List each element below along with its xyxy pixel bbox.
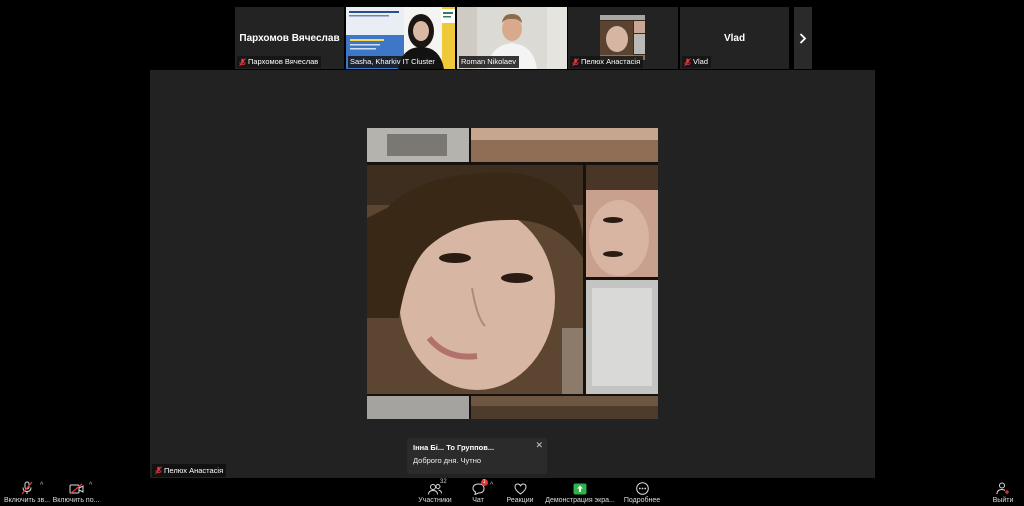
chat-notification-toast[interactable]: Інна Бі... То Группов... Доброго дня. Чу… — [407, 438, 547, 474]
main-speaker-name: Пелюх Анастасія — [164, 466, 224, 475]
reactions-label: Реакции — [506, 497, 534, 504]
participant-tile-sasha[interactable]: Sasha, Kharkiv IT Cluster — [346, 7, 455, 69]
participant-tag-label: Пархомов Вячеслав — [248, 57, 319, 66]
more-button[interactable]: Подробнее — [622, 478, 662, 506]
leave-icon — [996, 482, 1009, 495]
meeting-toolbar: Включить зв... ^ Включить по... ^ Участн… — [0, 478, 1024, 506]
mic-muted-icon — [239, 57, 246, 66]
participants-count: 32 — [440, 479, 447, 485]
gallery-next-button[interactable] — [794, 7, 812, 69]
participant-name-tag: Пархомов Вячеслав — [237, 56, 322, 68]
more-icon — [635, 482, 649, 495]
mic-muted-icon — [684, 57, 691, 66]
participant-tile-pelyukh[interactable]: Пелюх Анастасія — [568, 7, 678, 69]
main-speaker-tag: Пелюх Анастасія — [152, 464, 227, 477]
participant-tile-roman[interactable]: Roman Nikolaev — [457, 7, 567, 69]
participant-tile-vlad[interactable]: Vlad Vlad — [680, 7, 789, 69]
chat-options-caret[interactable]: ^ — [490, 482, 493, 489]
participant-name-tag: Roman Nikolaev — [459, 56, 520, 68]
leave-button[interactable]: Выйти — [990, 478, 1016, 506]
mic-muted-icon — [21, 481, 33, 495]
mic-muted-icon — [572, 57, 579, 66]
chat-notification-text: Доброго дня. Чутно — [413, 456, 482, 465]
start-video-label: Включить по... — [52, 497, 100, 504]
gallery-strip: Пархомов Вячеслав Пархомов Вячеслав Sash… — [235, 7, 810, 69]
main-video-stage: Пелюх Анастасія — [150, 70, 875, 478]
leave-label: Выйти — [992, 497, 1014, 504]
mic-muted-icon — [155, 466, 162, 475]
share-screen-label: Демонстрация экра... — [545, 497, 615, 504]
participant-tag-label: Roman Nikolaev — [461, 57, 517, 66]
chat-notification-title: Інна Бі... То Группов... — [413, 443, 495, 452]
share-screen-button[interactable]: Демонстрация экра... — [545, 478, 615, 506]
close-icon[interactable]: ✕ — [535, 440, 543, 451]
participant-name: Пархомов Вячеслав — [239, 33, 340, 44]
participant-tag-label: Пелюх Анастасія — [581, 57, 641, 66]
video-off-icon — [69, 483, 83, 495]
participant-name-tag: Vlad — [682, 56, 712, 68]
participant-tag-label: Sasha, Kharkiv IT Cluster — [350, 57, 435, 66]
main-video-feed — [367, 128, 658, 419]
participant-tag-label: Vlad — [693, 57, 709, 66]
chevron-right-icon — [799, 32, 807, 44]
participant-name-tag: Sasha, Kharkiv IT Cluster — [348, 56, 438, 68]
participant-name: Vlad — [723, 33, 746, 44]
participants-label: Участники — [418, 497, 452, 504]
participant-tile-parkhomov[interactable]: Пархомов Вячеслав Пархомов Вячеслав — [235, 7, 344, 69]
more-label: Подробнее — [623, 497, 661, 504]
participants-button[interactable]: Участники — [416, 478, 454, 506]
chat-unread-badge: 1 — [480, 479, 488, 486]
participant-name-tag: Пелюх Анастасія — [570, 56, 644, 68]
unmute-label: Включить зв... — [3, 497, 51, 504]
reactions-button[interactable]: Реакции — [505, 478, 535, 506]
heart-icon — [513, 483, 527, 495]
chat-label: Чат — [472, 497, 484, 504]
chat-button[interactable]: Чат 1 — [466, 478, 490, 506]
video-options-caret[interactable]: ^ — [89, 482, 92, 489]
speaker-video-image — [367, 128, 658, 419]
share-screen-icon — [573, 483, 587, 495]
mic-options-caret[interactable]: ^ — [40, 482, 43, 489]
